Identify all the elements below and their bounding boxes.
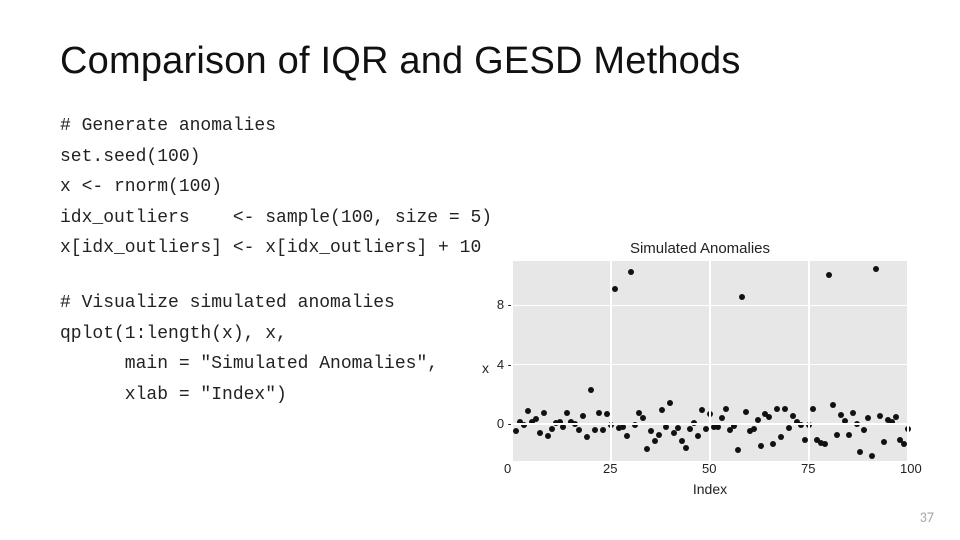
data-point <box>533 416 539 422</box>
slide-title: Comparison of IQR and GESD Methods <box>60 40 900 83</box>
data-point <box>584 434 590 440</box>
data-point <box>865 415 871 421</box>
data-point <box>786 425 792 431</box>
data-point <box>648 428 654 434</box>
data-point <box>560 424 566 430</box>
data-point <box>850 410 856 416</box>
data-point <box>782 406 788 412</box>
data-point <box>513 428 519 434</box>
data-point <box>683 445 689 451</box>
data-point <box>723 406 729 412</box>
data-point <box>537 430 543 436</box>
y-axis-ticks: 0 - 4 - 8 - <box>480 261 512 461</box>
data-point <box>541 410 547 416</box>
data-point <box>659 407 665 413</box>
data-point <box>604 411 610 417</box>
data-point <box>667 400 673 406</box>
data-point <box>901 441 907 447</box>
scatter-chart: Simulated Anomalies x 0 -4 -8 - 02550751… <box>480 240 920 500</box>
data-point <box>869 453 875 459</box>
data-point <box>822 441 828 447</box>
y-tick: 4 - <box>497 357 512 372</box>
x-tick: 75 <box>801 461 815 476</box>
data-point <box>703 426 709 432</box>
chart-title: Simulated Anomalies <box>480 240 920 257</box>
data-point <box>628 269 634 275</box>
data-point <box>838 412 844 418</box>
data-point <box>739 294 745 300</box>
data-point <box>600 427 606 433</box>
data-point <box>877 413 883 419</box>
data-point <box>580 413 586 419</box>
data-point <box>735 447 741 453</box>
data-point <box>790 413 796 419</box>
data-point <box>778 434 784 440</box>
y-tick: 8 - <box>497 297 512 312</box>
data-point <box>774 406 780 412</box>
data-point <box>830 402 836 408</box>
data-point <box>873 266 879 272</box>
data-point <box>846 432 852 438</box>
data-point <box>679 438 685 444</box>
data-point <box>743 409 749 415</box>
data-point <box>826 272 832 278</box>
data-point <box>576 427 582 433</box>
data-point <box>592 427 598 433</box>
data-point <box>810 406 816 412</box>
data-point <box>656 432 662 438</box>
data-point <box>640 415 646 421</box>
data-point <box>758 443 764 449</box>
plot-area <box>512 261 908 461</box>
x-tick: 25 <box>603 461 617 476</box>
data-point <box>861 427 867 433</box>
data-point <box>612 286 618 292</box>
slide-body: Comparison of IQR and GESD Methods # Gen… <box>0 0 960 540</box>
data-point <box>770 441 776 447</box>
x-axis-ticks: 0255075100 <box>512 461 908 479</box>
page-number: 37 <box>920 509 934 526</box>
data-point <box>564 410 570 416</box>
data-point <box>588 387 594 393</box>
x-tick: 0 <box>504 461 511 476</box>
data-point <box>549 426 555 432</box>
data-point <box>802 437 808 443</box>
data-point <box>687 426 693 432</box>
data-point <box>596 410 602 416</box>
data-point <box>545 433 551 439</box>
x-axis-label: Index <box>512 481 908 497</box>
data-point <box>644 446 650 452</box>
data-point <box>857 449 863 455</box>
data-point <box>699 407 705 413</box>
x-tick: 50 <box>702 461 716 476</box>
data-point <box>525 408 531 414</box>
data-point <box>624 433 630 439</box>
data-point <box>893 414 899 420</box>
x-tick: 100 <box>900 461 922 476</box>
data-point <box>695 433 701 439</box>
data-point <box>834 432 840 438</box>
data-point <box>719 415 725 421</box>
data-point <box>675 425 681 431</box>
y-tick: 0 - <box>497 416 512 431</box>
data-point <box>652 438 658 444</box>
data-point <box>881 439 887 445</box>
data-point <box>766 414 772 420</box>
data-point <box>751 426 757 432</box>
data-point <box>715 424 721 430</box>
